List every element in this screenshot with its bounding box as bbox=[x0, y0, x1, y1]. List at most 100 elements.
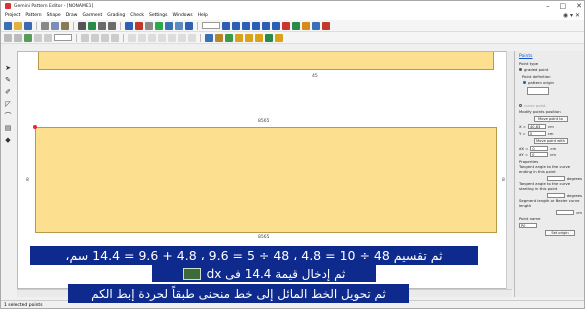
minus-icon[interactable] bbox=[138, 33, 146, 42]
move-point-to-button[interactable]: Move point to bbox=[533, 116, 568, 122]
move-point-with-button[interactable]: Move point with bbox=[533, 137, 568, 144]
zoom-out-icon[interactable] bbox=[232, 21, 240, 30]
checkbox-icon[interactable] bbox=[519, 103, 522, 107]
grain-tool-icon[interactable] bbox=[188, 33, 196, 42]
menu-help[interactable]: Help bbox=[198, 13, 208, 18]
menu-shape[interactable]: Shape bbox=[47, 13, 61, 18]
segment-length-input[interactable] bbox=[556, 209, 575, 215]
y-input[interactable]: 0 bbox=[527, 130, 546, 136]
marker-icon[interactable] bbox=[302, 21, 310, 30]
export-icon[interactable] bbox=[322, 21, 330, 30]
vertical-scrollbar[interactable] bbox=[506, 51, 514, 289]
radio-icon[interactable] bbox=[519, 68, 522, 71]
polyline-tool-icon[interactable] bbox=[14, 33, 22, 42]
radio-icon[interactable] bbox=[523, 81, 526, 84]
play-icon[interactable] bbox=[155, 21, 163, 30]
distance-input[interactable] bbox=[54, 34, 72, 41]
dart-tool-icon[interactable] bbox=[148, 33, 156, 42]
line-style-select[interactable] bbox=[202, 22, 220, 29]
menu-windows[interactable]: Windows bbox=[173, 13, 193, 18]
copy-icon[interactable] bbox=[51, 21, 59, 30]
copy-piece-icon[interactable]: ▤ bbox=[5, 125, 12, 132]
menu-grading[interactable]: Grading bbox=[107, 13, 125, 18]
brush-icon[interactable]: ✐ bbox=[5, 89, 12, 96]
point-definition-input[interactable] bbox=[527, 86, 549, 95]
minimize-button[interactable]: – bbox=[546, 2, 550, 10]
curve-tool-icon[interactable] bbox=[101, 33, 109, 42]
toolbar-separator bbox=[197, 21, 198, 30]
measure-tape-icon[interactable] bbox=[205, 33, 213, 42]
mirror-tool-icon[interactable] bbox=[91, 33, 99, 42]
star-icon[interactable] bbox=[245, 33, 253, 42]
parallel-tool-icon[interactable] bbox=[44, 33, 52, 42]
seam-tool-icon[interactable] bbox=[215, 33, 223, 42]
help-icon[interactable]: ◉ ▾ ✕ bbox=[563, 12, 580, 19]
plot-icon[interactable] bbox=[88, 21, 96, 30]
tangent-out-label: Tangent angle to the curve starting in t… bbox=[519, 181, 571, 191]
dx-input[interactable]: 0 bbox=[530, 145, 549, 151]
y-unit: cm bbox=[547, 130, 554, 136]
line-tool-icon[interactable] bbox=[4, 33, 12, 42]
close-button[interactable]: ✕ bbox=[576, 2, 582, 10]
rotate-tool-icon[interactable] bbox=[81, 33, 89, 42]
measure-icon[interactable] bbox=[145, 21, 153, 30]
dy-input[interactable]: 0 bbox=[530, 152, 549, 157]
menu-project[interactable]: Project bbox=[5, 13, 20, 18]
new-file-icon[interactable] bbox=[4, 21, 12, 30]
book-icon[interactable] bbox=[292, 21, 300, 30]
paint-icon[interactable]: ◆ bbox=[5, 137, 12, 144]
print-icon[interactable] bbox=[78, 21, 86, 30]
point-name-input[interactable]: P0 bbox=[519, 222, 537, 228]
menu-pattern[interactable]: Pattern bbox=[25, 13, 41, 18]
undo-icon[interactable] bbox=[98, 21, 106, 30]
piece-icon[interactable] bbox=[282, 21, 290, 30]
join-tool-icon[interactable] bbox=[178, 33, 186, 42]
star-icon[interactable] bbox=[235, 33, 243, 42]
maximize-button[interactable]: □ bbox=[560, 2, 567, 10]
graded-point-option[interactable]: graded point bbox=[519, 67, 582, 72]
layer-icon[interactable] bbox=[185, 21, 193, 30]
fold-tool-icon[interactable] bbox=[225, 33, 233, 42]
x-input[interactable]: 40,63 bbox=[528, 124, 546, 129]
open-folder-icon[interactable] bbox=[14, 21, 22, 30]
tangent-out-input[interactable] bbox=[546, 192, 565, 198]
arrow-icon[interactable] bbox=[312, 21, 320, 30]
save-icon[interactable] bbox=[24, 21, 32, 30]
main-pattern-piece[interactable] bbox=[35, 127, 497, 233]
pencil-icon[interactable] bbox=[24, 33, 32, 42]
grid-icon[interactable] bbox=[165, 21, 173, 30]
curve-point-option[interactable]: curve point bbox=[519, 103, 582, 108]
paste-icon[interactable] bbox=[61, 21, 69, 30]
ruler-icon[interactable]: ◸ bbox=[5, 101, 12, 108]
zoom-window-icon[interactable] bbox=[242, 21, 250, 30]
zoom-in-icon[interactable] bbox=[222, 21, 230, 30]
zoom-all-icon[interactable] bbox=[252, 21, 260, 30]
selected-point-marker[interactable] bbox=[33, 125, 37, 129]
angle-tool-icon[interactable] bbox=[34, 33, 42, 42]
label-tool-icon[interactable] bbox=[275, 33, 283, 42]
menu-garment[interactable]: Garment bbox=[82, 13, 102, 18]
star-icon[interactable] bbox=[255, 33, 263, 42]
notch-tool-icon[interactable] bbox=[158, 33, 166, 42]
buttons-tool-icon[interactable] bbox=[265, 33, 273, 42]
split-tool-icon[interactable] bbox=[168, 33, 176, 42]
refresh-icon[interactable] bbox=[272, 21, 280, 30]
tangent-in-input[interactable] bbox=[546, 175, 565, 181]
menu-check[interactable]: Check bbox=[130, 13, 144, 18]
redo-icon[interactable] bbox=[108, 21, 116, 30]
pattern-origin-option[interactable]: pattern origin bbox=[519, 80, 582, 85]
table-icon[interactable] bbox=[175, 21, 183, 30]
cut-icon[interactable] bbox=[41, 21, 49, 30]
arc-tool-icon[interactable] bbox=[111, 33, 119, 42]
set-origin-button[interactable]: Set origin bbox=[545, 229, 575, 236]
menu-settings[interactable]: Settings bbox=[149, 13, 167, 18]
text-tool-icon[interactable] bbox=[125, 21, 133, 30]
pan-icon[interactable] bbox=[262, 21, 270, 30]
select-arrow-icon[interactable]: ➤ bbox=[5, 65, 12, 72]
top-pattern-piece[interactable] bbox=[38, 52, 494, 70]
curve-icon[interactable]: ⌒ bbox=[5, 113, 12, 120]
menu-draw[interactable]: Draw bbox=[66, 13, 78, 18]
plus-icon[interactable] bbox=[128, 33, 136, 42]
pen-icon[interactable]: ✎ bbox=[5, 77, 12, 84]
flag-icon[interactable] bbox=[135, 21, 143, 30]
